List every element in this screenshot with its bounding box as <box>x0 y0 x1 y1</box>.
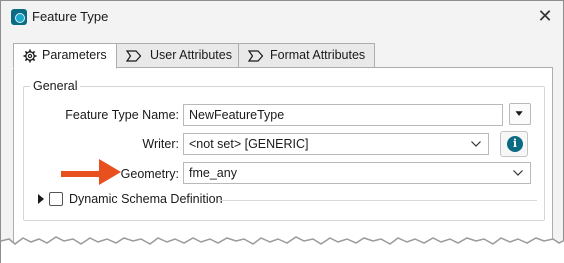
geometry-value: fme_any <box>189 166 237 180</box>
feature-type-dialog: Feature Type ✕ Parameters User Attribute… <box>0 0 564 263</box>
tab-user-attributes-label: User Attributes <box>150 48 232 62</box>
writer-info-button[interactable]: i <box>500 131 528 157</box>
section-divider <box>219 200 537 201</box>
tab-format-attributes[interactable]: Format Attributes <box>238 43 375 68</box>
gear-icon <box>23 49 37 63</box>
tab-format-attributes-label: Format Attributes <box>270 48 366 62</box>
annotation-arrow-icon <box>61 159 121 185</box>
chevron-down-icon <box>513 170 523 176</box>
chevron-down-icon <box>471 141 481 147</box>
tag-icon <box>248 50 264 62</box>
tag-icon <box>126 50 142 62</box>
expand-triangle-icon[interactable] <box>38 194 44 204</box>
writer-value: <not set> [GENERIC] <box>189 137 309 151</box>
tab-parameters-label: Parameters <box>42 48 107 62</box>
app-icon <box>11 9 27 25</box>
general-group-label: General <box>30 79 81 93</box>
geometry-select[interactable]: fme_any <box>183 162 531 184</box>
feature-type-name-input[interactable]: NewFeatureType <box>183 104 503 126</box>
tab-parameters[interactable]: Parameters <box>13 43 117 69</box>
window-title: Feature Type <box>32 9 109 24</box>
feature-type-name-label: Feature Type Name: <box>65 108 179 122</box>
torn-edge <box>1 236 564 263</box>
feature-type-name-menu-button[interactable] <box>509 103 531 125</box>
triangle-down-icon <box>515 111 523 116</box>
title-bar: Feature Type ✕ <box>1 1 563 33</box>
info-icon: i <box>507 136 523 152</box>
tab-user-attributes[interactable]: User Attributes <box>116 43 239 68</box>
close-button[interactable]: ✕ <box>531 5 559 29</box>
writer-select[interactable]: <not set> [GENERIC] <box>183 133 489 155</box>
